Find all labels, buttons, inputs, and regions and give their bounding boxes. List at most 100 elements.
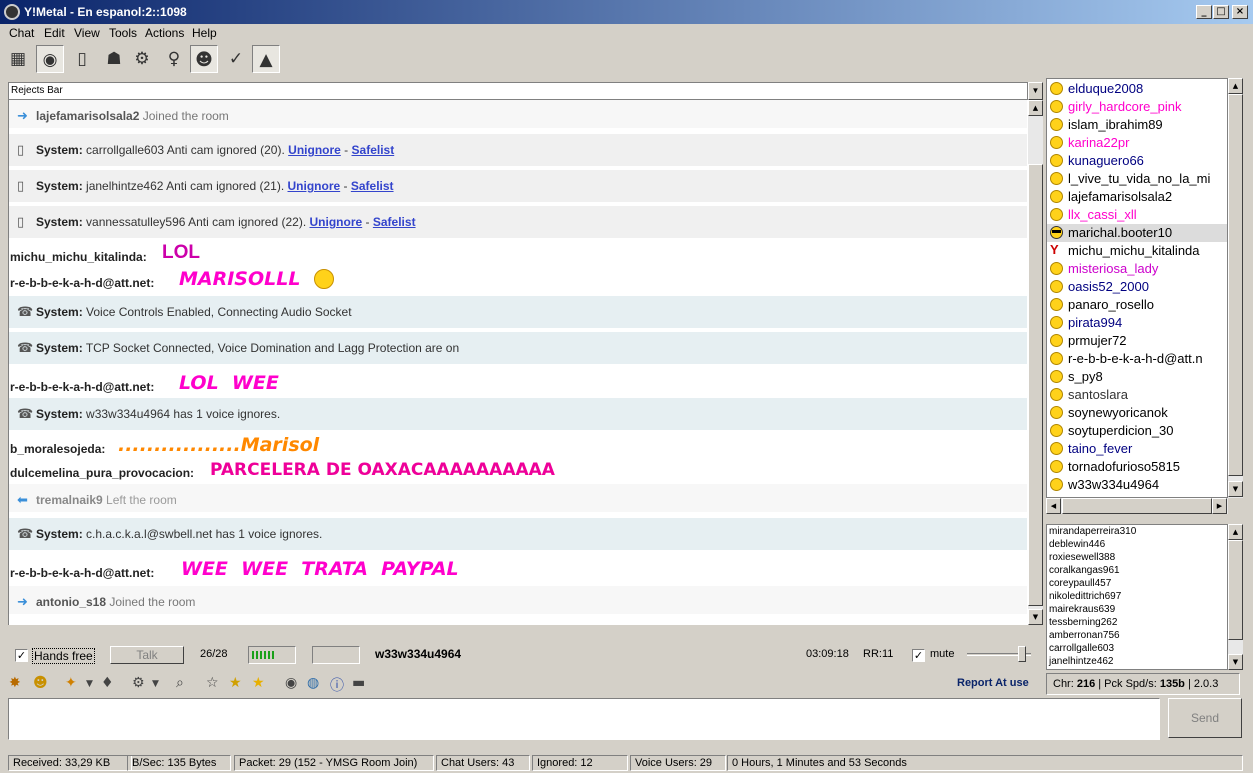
menu-edit[interactable]: Edit [44, 26, 65, 40]
user-list-item[interactable]: taino_fever [1047, 440, 1227, 458]
user-list-item[interactable]: oasis52_2000 [1047, 278, 1227, 296]
user-list-item[interactable]: karina22pr [1047, 134, 1227, 152]
user-list-item[interactable]: misteriosa_lady [1047, 260, 1227, 278]
talk-button[interactable]: Talk [110, 646, 184, 664]
minimize-button[interactable]: _ [1196, 5, 1212, 19]
volume-slider-handle[interactable] [1018, 646, 1026, 662]
user-list-item[interactable]: islam_ibrahim89 [1047, 116, 1227, 134]
user-list-item[interactable]: panaro_rosello [1047, 296, 1227, 314]
report-abuse-link[interactable]: Report At use [957, 677, 1029, 689]
user-list-item[interactable]: tornadofurioso5815 [1047, 458, 1227, 476]
trash-icon[interactable]: ▯ [68, 45, 96, 73]
safelist-link[interactable]: Safelist [373, 215, 416, 229]
user-list-item[interactable]: kunaguero66 [1047, 152, 1227, 170]
people-icon[interactable]: ☗ [100, 45, 128, 73]
message-input[interactable] [8, 698, 1160, 740]
unignore-link[interactable]: Unignore [310, 215, 363, 229]
user-list-item[interactable]: soynewyoricanok [1047, 404, 1227, 422]
globe-icon[interactable]: ◍ [307, 675, 319, 691]
chart-icon[interactable]: ▲ [252, 45, 280, 73]
star-burst-icon[interactable]: ✦ [65, 675, 77, 691]
menu-view[interactable]: View [74, 26, 100, 40]
drop-icon[interactable]: ♦ [101, 675, 114, 691]
voice-list-item[interactable]: mirandaperreira310 [1049, 526, 1136, 537]
hands-free-checkbox[interactable]: ✓ [15, 649, 28, 662]
user-list-item[interactable]: lajefamarisolsala2 [1047, 188, 1227, 206]
scroll-up-icon[interactable]: ▲ [1028, 100, 1043, 116]
voice-list-item[interactable]: tessberning262 [1049, 617, 1117, 628]
scroll-thumb[interactable] [1028, 164, 1043, 606]
rejects-dropdown-button[interactable]: ▼ [1028, 82, 1043, 100]
user-list-item[interactable]: Ymichu_michu_kitalinda [1047, 242, 1227, 260]
user-list-item[interactable]: soytuperdicion_30 [1047, 422, 1227, 440]
close-button[interactable]: × [1232, 5, 1248, 19]
user-list-item[interactable]: elduque2008 [1047, 80, 1227, 98]
star-icon[interactable]: ★ [252, 675, 265, 691]
user-list-item[interactable]: s_py8 [1047, 368, 1227, 386]
voice-list-scrollbar[interactable]: ▲ ▼ [1228, 524, 1243, 670]
scroll-down-icon[interactable]: ▼ [1228, 481, 1243, 497]
scroll-up-icon[interactable]: ▲ [1228, 524, 1243, 540]
scroll-thumb[interactable] [1062, 498, 1212, 514]
message-nick[interactable]: r-e-b-b-e-k-a-h-d@att.net: [10, 276, 154, 290]
safelist-link[interactable]: Safelist [351, 179, 394, 193]
scroll-left-icon[interactable]: ◀ [1046, 498, 1061, 514]
user-profile-icon[interactable]: ☻ [190, 45, 218, 73]
voice-list-item[interactable]: coralkangas961 [1049, 565, 1120, 576]
message-nick[interactable]: r-e-b-b-e-k-a-h-d@att.net: [10, 380, 154, 394]
scroll-thumb[interactable] [1228, 94, 1243, 476]
maximize-button[interactable]: □ [1213, 5, 1229, 19]
scroll-right-icon[interactable]: ▶ [1212, 498, 1227, 514]
user-list-item[interactable]: girly_hardcore_pink [1047, 98, 1227, 116]
smiley-icon[interactable]: ☻ [33, 675, 48, 691]
hands-free-label[interactable]: Hands free [32, 648, 95, 664]
menu-chat[interactable]: Chat [9, 26, 34, 40]
user-list-item[interactable]: llx_cassi_xll [1047, 206, 1227, 224]
message-nick[interactable]: antonio_s18 [36, 595, 106, 609]
message-nick[interactable]: b_moralesojeda: [10, 442, 105, 456]
user-list-item[interactable]: w33w334u4964 [1047, 476, 1227, 494]
message-nick[interactable]: r-e-b-b-e-k-a-h-d@att.net: [10, 566, 154, 580]
scroll-thumb[interactable] [1228, 540, 1243, 640]
menu-tools[interactable]: Tools [109, 26, 137, 40]
unignore-link[interactable]: Unignore [288, 179, 341, 193]
voice-list-item[interactable]: coreypaull457 [1049, 578, 1111, 589]
user-list-item[interactable]: pirata994 [1047, 314, 1227, 332]
scroll-down-icon[interactable]: ▼ [1228, 654, 1243, 670]
voice-list-item[interactable]: deblewin446 [1049, 539, 1105, 550]
menu-actions[interactable]: Actions [145, 26, 184, 40]
check-icon[interactable]: ✓ [222, 45, 250, 73]
user-list-hscrollbar[interactable]: ◀ ▶ [1046, 498, 1228, 514]
speaker-icon[interactable]: ◉ [36, 45, 64, 73]
room-user-list[interactable]: elduque2008 girly_hardcore_pink islam_ibra… [1046, 78, 1228, 498]
user-list-item[interactable]: l_vive_tu_vida_no_la_mi [1047, 170, 1227, 188]
voice-list-item[interactable]: roxiesewell388 [1049, 552, 1115, 563]
mute-checkbox[interactable]: ✓ [912, 649, 925, 662]
keyboard-icon[interactable]: ▬ [352, 675, 365, 691]
voice-list-item[interactable]: janelhintze462 [1049, 656, 1114, 667]
menu-help[interactable]: Help [192, 26, 217, 40]
voice-list-item[interactable]: amberronan756 [1049, 630, 1120, 641]
message-nick[interactable]: lajefamarisolsala2 [36, 109, 139, 123]
rooms-icon[interactable]: ▦ [4, 45, 32, 73]
gear-icon[interactable]: ⚙ [132, 675, 145, 691]
safelist-link[interactable]: Safelist [352, 143, 395, 157]
voice-user-list[interactable]: mirandaperreira310 deblewin446 roxiesewell… [1046, 524, 1228, 670]
location-pin-icon[interactable]: ♀ [160, 45, 188, 73]
star-outline-icon[interactable]: ☆ [206, 675, 219, 691]
rejects-bar[interactable]: Rejects Bar [8, 82, 1028, 100]
buzz-icon[interactable]: ✸ [9, 675, 21, 691]
user-list-item[interactable]: marichal.booter10 [1047, 224, 1227, 242]
user-list-item[interactable]: prmujer72 [1047, 332, 1227, 350]
voice-list-item[interactable]: carrollgalle603 [1049, 643, 1114, 654]
user-list-scrollbar[interactable]: ▲ ▼ [1228, 78, 1243, 498]
message-nick[interactable]: dulcemelina_pura_provocacion: [10, 466, 194, 480]
chevron-down-icon[interactable]: ▼ [152, 679, 159, 689]
scroll-down-icon[interactable]: ▼ [1028, 609, 1043, 625]
send-button[interactable]: Send [1168, 698, 1242, 738]
record-icon[interactable]: ◉ [285, 675, 297, 691]
app-icon[interactable] [4, 4, 20, 20]
search-icon[interactable]: ⌕ [176, 675, 184, 691]
settings-icon[interactable]: ⚙ [128, 45, 156, 73]
user-list-item[interactable]: santoslara [1047, 386, 1227, 404]
